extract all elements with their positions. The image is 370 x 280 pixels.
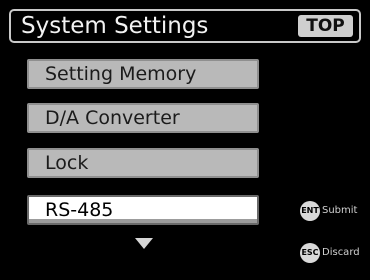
scroll-down-icon[interactable] <box>135 238 153 249</box>
submit-label: Submit <box>322 205 358 216</box>
header-bar: System Settings TOP <box>9 9 361 43</box>
screen: System Settings TOP Setting Memory D/A C… <box>0 0 370 280</box>
menu-item-lock[interactable]: Lock <box>27 148 259 178</box>
menu-item-setting-memory[interactable]: Setting Memory <box>27 59 259 89</box>
submit-hint[interactable]: ENT Submit <box>300 201 357 221</box>
menu-item-da-converter[interactable]: D/A Converter <box>27 103 259 133</box>
esc-key-icon[interactable]: ESC <box>300 243 320 263</box>
top-button[interactable]: TOP <box>298 15 353 37</box>
discard-hint[interactable]: ESC Discard <box>300 243 360 263</box>
page-title: System Settings <box>21 13 209 39</box>
ent-key-icon[interactable]: ENT <box>300 201 320 221</box>
discard-label: Discard <box>322 247 360 258</box>
menu-item-rs485[interactable]: RS-485 <box>27 195 259 225</box>
